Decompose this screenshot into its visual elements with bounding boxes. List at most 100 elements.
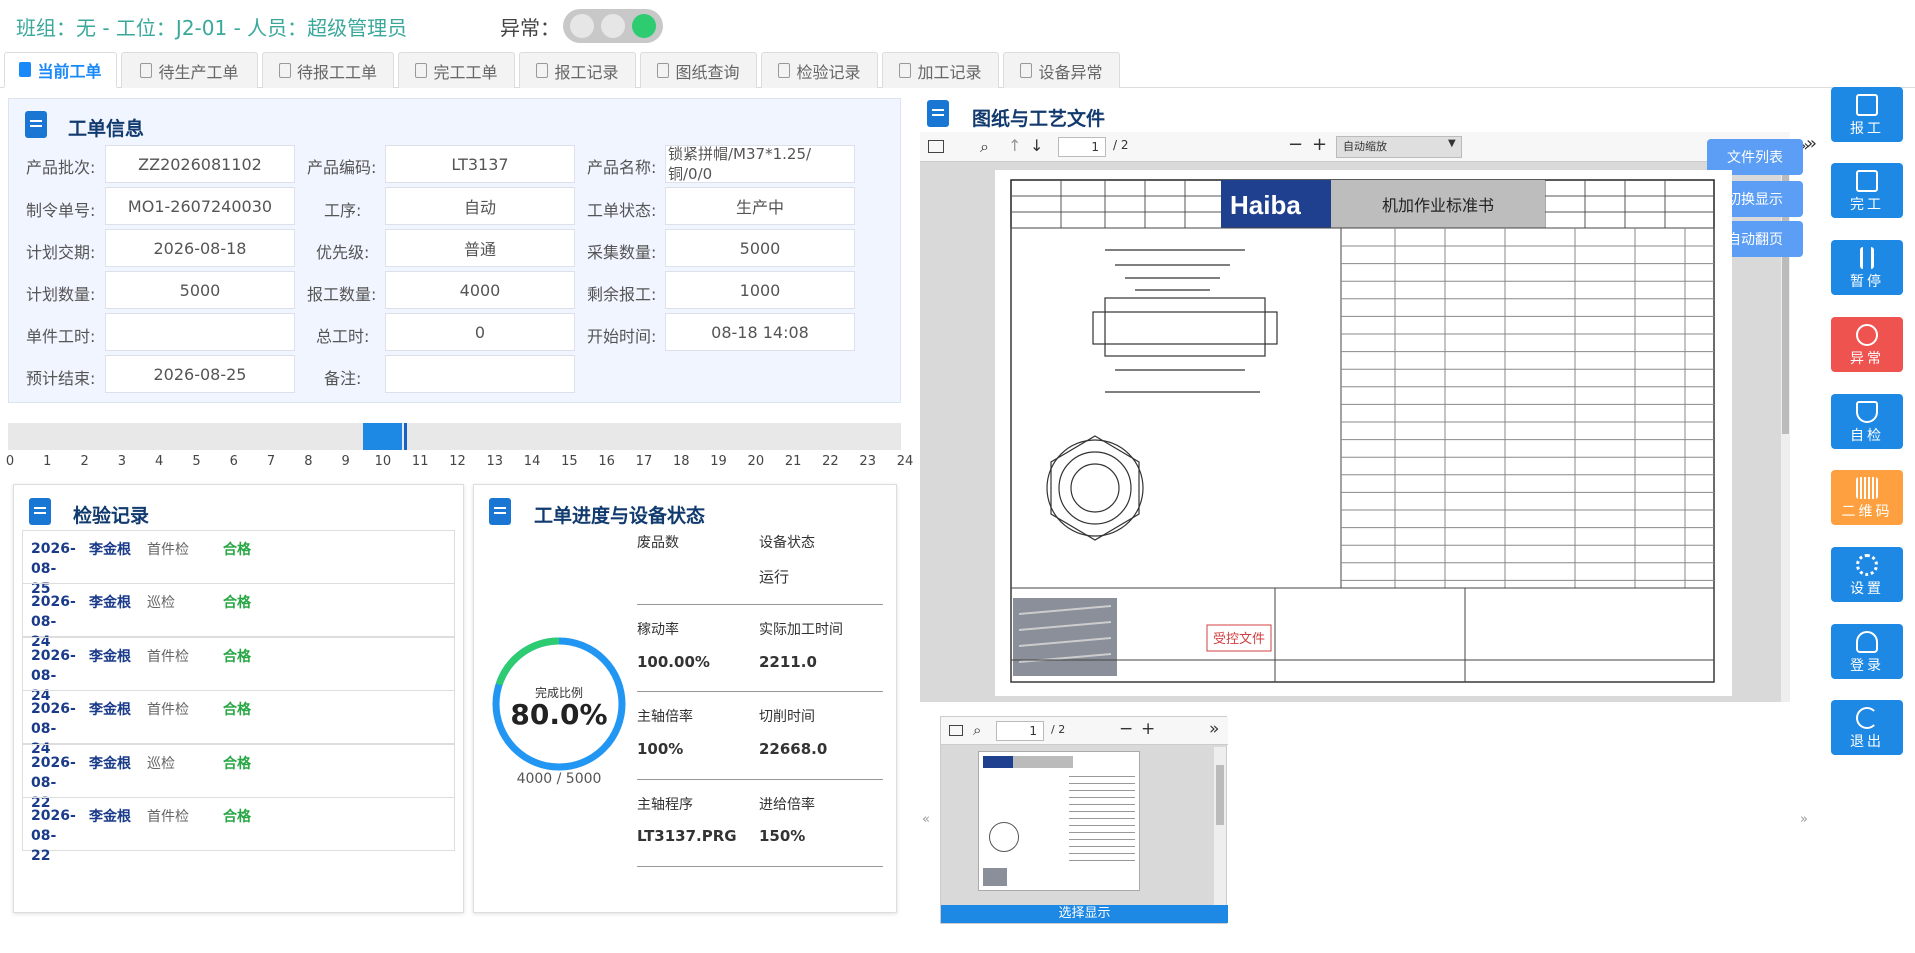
timeline-tick: 15 [561, 454, 578, 469]
timeline-tick: 6 [229, 454, 238, 469]
tab-inspection[interactable]: 检验记录 [761, 52, 878, 88]
row-date: 2026-08-22 [31, 808, 76, 864]
field-label: 计划数量: [26, 285, 96, 304]
login-button[interactable]: 登录 [1831, 624, 1903, 679]
select-display-button[interactable]: 选择显示 [941, 905, 1228, 923]
thumbnail-scrollbar-thumb[interactable] [1216, 765, 1224, 825]
timeline-tick: 21 [784, 454, 802, 469]
zoom-out-icon[interactable]: − [1288, 134, 1303, 155]
tab-label: 待生产工单 [158, 62, 239, 82]
shield-check-icon [1856, 401, 1878, 423]
arrow-up-icon[interactable]: ↑ [1008, 136, 1021, 155]
tab-drawing-query[interactable]: 图纸查询 [640, 52, 757, 88]
header-bar: 班组：无 - 工位：J2-01 - 人员：超级管理员 异常： [0, 0, 1915, 50]
list-item[interactable]: 2026-08-24 李金根 巡检 合格 [22, 583, 455, 650]
list-item[interactable]: 2026-08-25 李金根 首件检 合格 [22, 530, 455, 597]
prev-chevron-icon[interactable]: « [922, 812, 930, 827]
timeline-bar [8, 423, 901, 450]
arrow-down-icon[interactable]: ↓ [1030, 136, 1043, 155]
row-name: 李金根 [89, 542, 131, 558]
pdf-toolbar: ⌕ ↑ ↓ 1 / 2 − + 自动缩放 ▼ » [920, 132, 1810, 162]
zoom-in-icon[interactable]: + [1312, 134, 1327, 155]
progress-title: 工单进度与设备状态 [534, 505, 706, 527]
double-chevron-icon[interactable]: » [1209, 719, 1219, 739]
field-label: 采集数量: [587, 243, 657, 262]
tab-label: 报工记录 [554, 62, 619, 82]
field-value: 2026-08-25 [105, 355, 295, 393]
next-chevron-icon[interactable]: » [1800, 812, 1808, 827]
field-label: 制令单号: [26, 201, 96, 220]
sidebar-toggle-icon[interactable] [949, 725, 963, 736]
tab-report-records[interactable]: 报工记录 [519, 52, 636, 88]
list-item[interactable]: 2026-08-22 李金根 巡检 合格 [22, 744, 455, 811]
toggle-dot-off [601, 14, 625, 38]
chevron-down-icon: ▼ [1448, 138, 1456, 149]
list-item[interactable]: 2026-08-24 李金根 首件检 合格 [22, 637, 455, 704]
thumbnail-viewer[interactable]: ⌕ 1 / 2 − + » 选择显示 [940, 716, 1228, 924]
timeline-current-marker [404, 423, 407, 450]
thumbnail-logo [983, 756, 1013, 768]
thumbnail-page-input[interactable]: 1 [996, 721, 1044, 741]
stat-value: 2211.0 [759, 653, 817, 671]
qrcode-button[interactable]: 二维码 [1831, 470, 1903, 525]
work-order-title: 工单信息 [68, 118, 145, 140]
settings-button[interactable]: 设置 [1831, 547, 1903, 602]
tab-pending-report[interactable]: 待报工工单 [262, 52, 394, 88]
tab-processing[interactable]: 加工记录 [882, 52, 999, 88]
double-chevron-icon[interactable]: » [1806, 133, 1817, 154]
document-icon [140, 63, 153, 78]
field-value [385, 355, 575, 393]
timeline-tick: 19 [710, 454, 727, 469]
timeline-tick: 18 [672, 454, 690, 469]
field-label: 单件工时: [26, 327, 96, 346]
search-icon[interactable]: ⌕ [973, 721, 981, 739]
zoom-in-icon[interactable]: + [1141, 719, 1155, 739]
report-button[interactable]: 报工 [1831, 87, 1903, 142]
button-label: 设置 [1850, 581, 1884, 597]
field-value: ZZ2026081102 [105, 145, 295, 183]
field-value: 5000 [665, 229, 855, 267]
svg-text:机加作业标准书: 机加作业标准书 [1382, 196, 1494, 215]
button-label: 暂停 [1850, 274, 1884, 290]
field-label: 报工数量: [307, 285, 377, 304]
button-label: 完工 [1850, 197, 1884, 213]
list-item[interactable]: 2026-08-24 李金根 首件检 合格 [22, 690, 455, 757]
inspection-title: 检验记录 [73, 505, 150, 527]
abnormal-button[interactable]: 异常 [1831, 317, 1903, 372]
tab-pending-production[interactable]: 待生产工单 [121, 52, 258, 88]
stat-value: 22668.0 [759, 740, 828, 758]
sidebar-toggle-icon[interactable] [928, 140, 944, 153]
thumbnail-scrollbar[interactable] [1214, 747, 1226, 905]
abnormal-toggle[interactable] [563, 9, 663, 43]
field-label: 剩余报工: [587, 285, 657, 304]
field-label: 备注: [324, 369, 362, 388]
gear-icon [1856, 554, 1878, 576]
page-input[interactable]: 1 [1058, 137, 1106, 157]
thumbnail-table [1069, 770, 1135, 864]
field-value: 5000 [105, 271, 295, 309]
pause-button[interactable]: 暂停 [1831, 240, 1903, 295]
logout-button[interactable]: 退出 [1831, 700, 1903, 755]
stat-value: LT3137.PRG [637, 827, 737, 845]
complete-button[interactable]: 完工 [1831, 163, 1903, 218]
field-value: MO1-2607240030 [105, 187, 295, 225]
header-title: 班组：无 - 工位：J2-01 - 人员：超级管理员 [16, 16, 408, 40]
list-item[interactable]: 2026-08-22 李金根 首件检 合格 [22, 797, 455, 864]
row-result: 合格 [223, 809, 251, 825]
tab-label: 待报工工单 [296, 62, 377, 82]
field-value [105, 313, 295, 351]
barcode-icon [1856, 477, 1878, 499]
tab-equipment-abnormal[interactable]: 设备异常 [1003, 52, 1120, 88]
row-name: 李金根 [89, 702, 131, 718]
search-icon[interactable]: ⌕ [980, 137, 989, 157]
ring-value: 80.0% [510, 698, 608, 731]
zoom-select[interactable]: 自动缩放 [1336, 136, 1462, 158]
tab-current-order[interactable]: 当前工单 [4, 52, 117, 88]
zoom-out-icon[interactable]: − [1119, 719, 1133, 739]
tab-completed[interactable]: 完工工单 [398, 52, 515, 88]
thumbnail-page[interactable] [978, 751, 1140, 891]
timeline-tick: 10 [374, 454, 392, 469]
timeline-tick: 20 [747, 454, 765, 469]
self-check-button[interactable]: 自检 [1831, 394, 1903, 449]
row-result: 合格 [223, 702, 251, 718]
